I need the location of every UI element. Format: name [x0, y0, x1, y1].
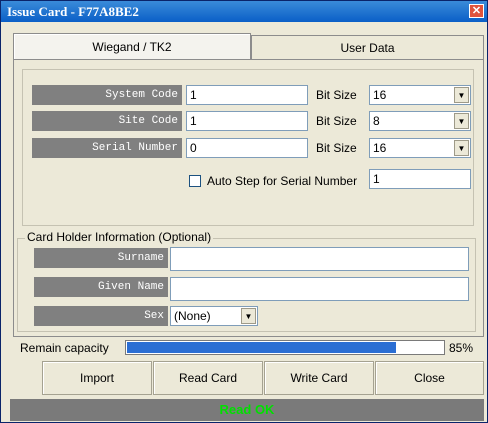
- serial-number-bitsize-select[interactable]: 16 ▼: [369, 138, 471, 158]
- sex-label: Sex: [34, 306, 168, 326]
- system-code-bitsize-label: Bit Size: [316, 88, 357, 102]
- system-code-label: System Code: [32, 85, 182, 105]
- system-code-bitsize-select[interactable]: 16 ▼: [369, 85, 471, 105]
- card-holder-group-title: Card Holder Information (Optional): [25, 230, 214, 244]
- sex-select[interactable]: (None) ▼: [170, 306, 258, 326]
- surname-input[interactable]: [170, 247, 469, 271]
- close-button[interactable]: Close: [375, 361, 484, 395]
- status-bar: Read OK: [10, 399, 484, 421]
- read-card-button[interactable]: Read Card: [153, 361, 263, 395]
- chevron-down-icon[interactable]: ▼: [241, 308, 256, 324]
- serial-number-bitsize-value: 16: [373, 141, 387, 155]
- given-name-input[interactable]: [170, 277, 469, 301]
- auto-step-label: Auto Step for Serial Number: [207, 174, 358, 188]
- auto-step-input[interactable]: 1: [369, 169, 471, 189]
- surname-label: Surname: [34, 248, 168, 268]
- serial-number-bitsize-label: Bit Size: [316, 141, 357, 155]
- capacity-progress-fill: [127, 342, 396, 353]
- site-code-label: Site Code: [32, 111, 182, 131]
- serial-number-input[interactable]: 0: [186, 138, 308, 158]
- system-code-input[interactable]: 1: [186, 85, 308, 105]
- serial-number-label: Serial Number: [32, 138, 182, 158]
- given-name-label: Given Name: [34, 277, 168, 297]
- status-text: Read OK: [219, 402, 275, 417]
- chevron-down-icon[interactable]: ▼: [454, 113, 469, 129]
- import-button[interactable]: Import: [42, 361, 152, 395]
- site-code-bitsize-label: Bit Size: [316, 114, 357, 128]
- system-code-bitsize-value: 16: [373, 88, 387, 102]
- write-card-button[interactable]: Write Card: [264, 361, 374, 395]
- chevron-down-icon[interactable]: ▼: [454, 87, 469, 103]
- site-code-bitsize-select[interactable]: 8 ▼: [369, 111, 471, 131]
- tab-user-data[interactable]: User Data: [251, 35, 484, 60]
- site-code-input[interactable]: 1: [186, 111, 308, 131]
- capacity-percent: 85%: [449, 341, 474, 355]
- remain-capacity-label: Remain capacity: [20, 341, 109, 355]
- site-code-bitsize-value: 8: [373, 114, 380, 128]
- issue-card-dialog: Issue Card - F77A8BE2 ✕ Wiegand / TK2 Us…: [0, 0, 488, 423]
- auto-step-checkbox[interactable]: [189, 175, 201, 187]
- capacity-progress-bar: [125, 340, 445, 355]
- window-title: Issue Card - F77A8BE2: [7, 4, 139, 19]
- tab-wiegand-tk2[interactable]: Wiegand / TK2: [13, 33, 251, 60]
- chevron-down-icon[interactable]: ▼: [454, 140, 469, 156]
- title-bar[interactable]: Issue Card - F77A8BE2 ✕: [1, 1, 487, 22]
- close-window-button[interactable]: ✕: [469, 4, 484, 18]
- sex-value: (None): [174, 309, 211, 323]
